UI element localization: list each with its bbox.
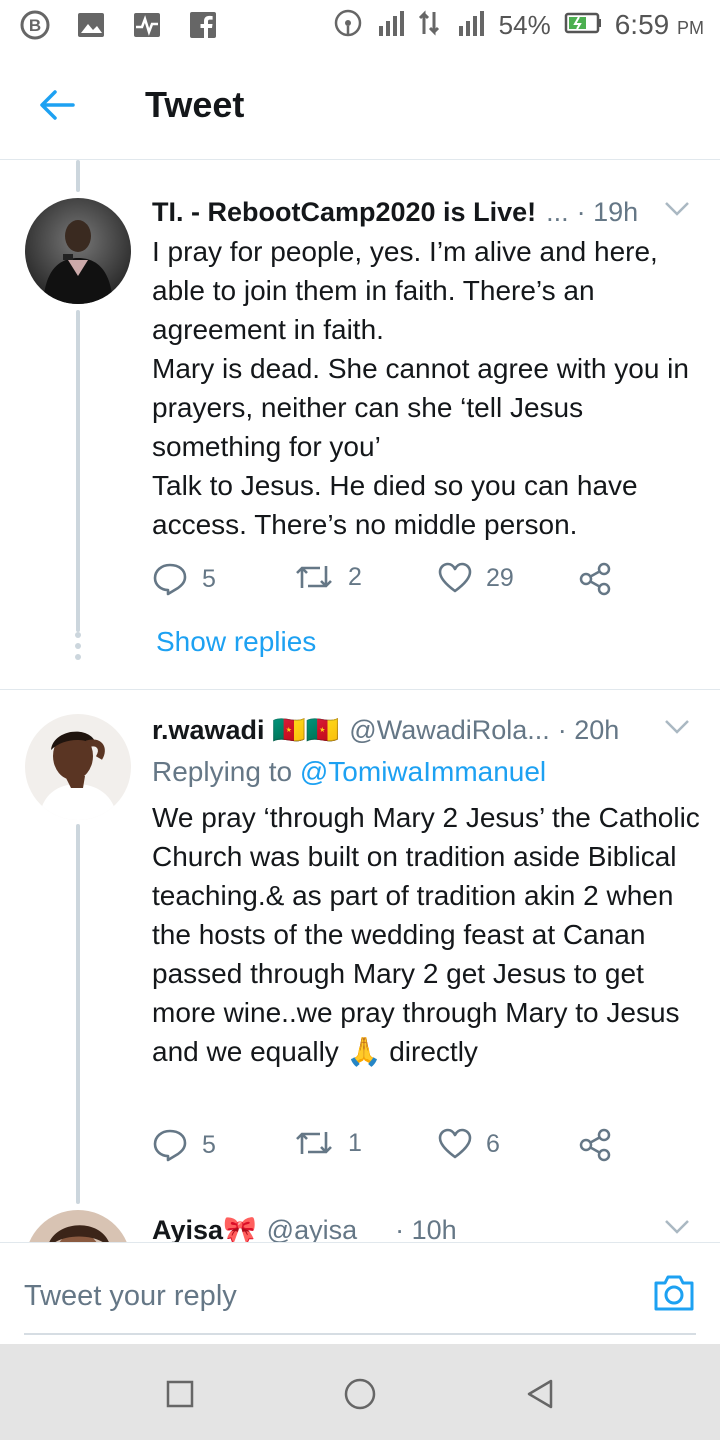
- retweet-icon: [296, 1132, 332, 1154]
- home-button[interactable]: [340, 1374, 380, 1414]
- tweet-time: · 10h: [395, 1214, 457, 1243]
- reply-button[interactable]: 5: [152, 1128, 216, 1162]
- circle-icon: [344, 1378, 376, 1410]
- chevron-down-icon[interactable]: [662, 1214, 692, 1242]
- like-button[interactable]: 29: [438, 562, 514, 594]
- tweet-list[interactable]: TI. - RebootCamp2020 is Live! ... · 19h …: [0, 160, 720, 1242]
- replying-to: Replying to @TomiwaImmanuel: [152, 756, 546, 788]
- share-icon: [579, 1128, 611, 1162]
- reply-icon: [153, 563, 187, 596]
- retweet-count: 1: [348, 1128, 362, 1157]
- reply-composer: [0, 1242, 720, 1344]
- author-handle: @ayisa__: [266, 1214, 388, 1243]
- tweet-text: We pray ‘through Mary 2 Jesus’ the Catho…: [152, 802, 708, 1067]
- tweet-item[interactable]: TI. - RebootCamp2020 is Live! ... · 19h …: [0, 160, 720, 690]
- author-name[interactable]: Ayisa🎀: [152, 1214, 257, 1242]
- author-name[interactable]: r.wawadi 🇨🇲🇨🇲: [152, 714, 339, 746]
- tweet-header: r.wawadi 🇨🇲🇨🇲 @WawadiRola... · 20h: [152, 710, 700, 750]
- tweet-header: Ayisa🎀 @ayisa__ · 10h: [152, 1210, 700, 1242]
- retweet-button[interactable]: 2: [294, 562, 362, 592]
- status-bar: B 54% 6:59 PM: [0, 0, 720, 50]
- reply-input[interactable]: [24, 1271, 624, 1321]
- like-button[interactable]: 6: [438, 1128, 500, 1160]
- status-system-icons: 54% 6:59 PM: [333, 6, 704, 44]
- share-icon: [579, 562, 611, 596]
- heart-icon: [438, 562, 472, 593]
- svg-text:B: B: [29, 16, 41, 35]
- author-handle: ...: [546, 196, 569, 227]
- reply-count: 5: [202, 1130, 216, 1159]
- retweet-button[interactable]: 1: [294, 1128, 362, 1158]
- retweet-count: 2: [348, 562, 362, 591]
- system-nav-bar: [0, 1344, 720, 1440]
- clock-time: 6:59: [614, 9, 670, 40]
- image-icon: [74, 8, 108, 42]
- chevron-down-icon[interactable]: [662, 196, 692, 227]
- share-button[interactable]: [578, 1128, 612, 1162]
- tweet-text: I pray for people, yes. I’m alive and he…: [152, 236, 689, 540]
- tweet-item[interactable]: r.wawadi 🇨🇲🇨🇲 @WawadiRola... · 20h Reply…: [0, 690, 720, 1210]
- avatar[interactable]: [25, 1210, 131, 1242]
- recents-button[interactable]: [160, 1374, 200, 1414]
- page-title: Tweet: [145, 84, 245, 125]
- author-name[interactable]: TI. - RebootCamp2020 is Live!: [152, 197, 536, 228]
- app-header: Tweet: [0, 50, 720, 160]
- avatar[interactable]: [25, 714, 131, 820]
- chevron-down-icon[interactable]: [662, 714, 692, 745]
- tweet-header: TI. - RebootCamp2020 is Live! ... · 19h: [152, 192, 700, 232]
- reply-input-underline: [24, 1333, 696, 1335]
- retweet-icon: [296, 566, 332, 588]
- data-arrows-icon: [417, 8, 441, 43]
- back-button[interactable]: [32, 80, 82, 130]
- b-app-icon: B: [18, 8, 52, 42]
- tweet-actions: 5 2 29: [152, 562, 632, 602]
- status-notification-icons: B: [18, 8, 220, 42]
- tweet-time: · 20h: [557, 714, 620, 745]
- author-handle: @WawadiRola...: [349, 714, 550, 745]
- signal-icon: [375, 8, 405, 43]
- reply-button[interactable]: 5: [152, 562, 216, 596]
- square-icon: [166, 1380, 194, 1408]
- replying-to-label: Replying to: [152, 756, 293, 787]
- like-count: 29: [486, 563, 514, 592]
- signal-icon: [453, 8, 487, 43]
- heart-icon: [438, 1128, 472, 1159]
- tweet-actions: 5 1 6: [152, 1128, 632, 1168]
- camera-button[interactable]: [652, 1273, 696, 1313]
- tweet-time: · 19h: [576, 196, 639, 227]
- battery-percent: 54%: [498, 9, 551, 40]
- arrow-left-icon: [40, 90, 75, 120]
- clock-ampm: PM: [677, 18, 704, 38]
- show-replies-link[interactable]: Show replies: [156, 626, 316, 658]
- clock: 6:59 PM: [615, 9, 704, 41]
- pulse-icon: [130, 8, 164, 42]
- reply-icon: [153, 1129, 187, 1162]
- share-button[interactable]: [578, 562, 612, 596]
- camera-icon: [654, 1275, 694, 1311]
- tweet-item[interactable]: Ayisa🎀 @ayisa__ · 10h: [0, 1210, 720, 1242]
- hotspot-icon: [333, 8, 363, 43]
- avatar[interactable]: [25, 198, 131, 304]
- back-nav-button[interactable]: [520, 1374, 560, 1414]
- facebook-icon: [186, 8, 220, 42]
- mention-link[interactable]: @TomiwaImmanuel: [300, 756, 546, 787]
- battery-icon: [563, 11, 603, 40]
- like-count: 6: [486, 1129, 500, 1158]
- triangle-back-icon: [527, 1379, 553, 1409]
- reply-count: 5: [202, 564, 216, 593]
